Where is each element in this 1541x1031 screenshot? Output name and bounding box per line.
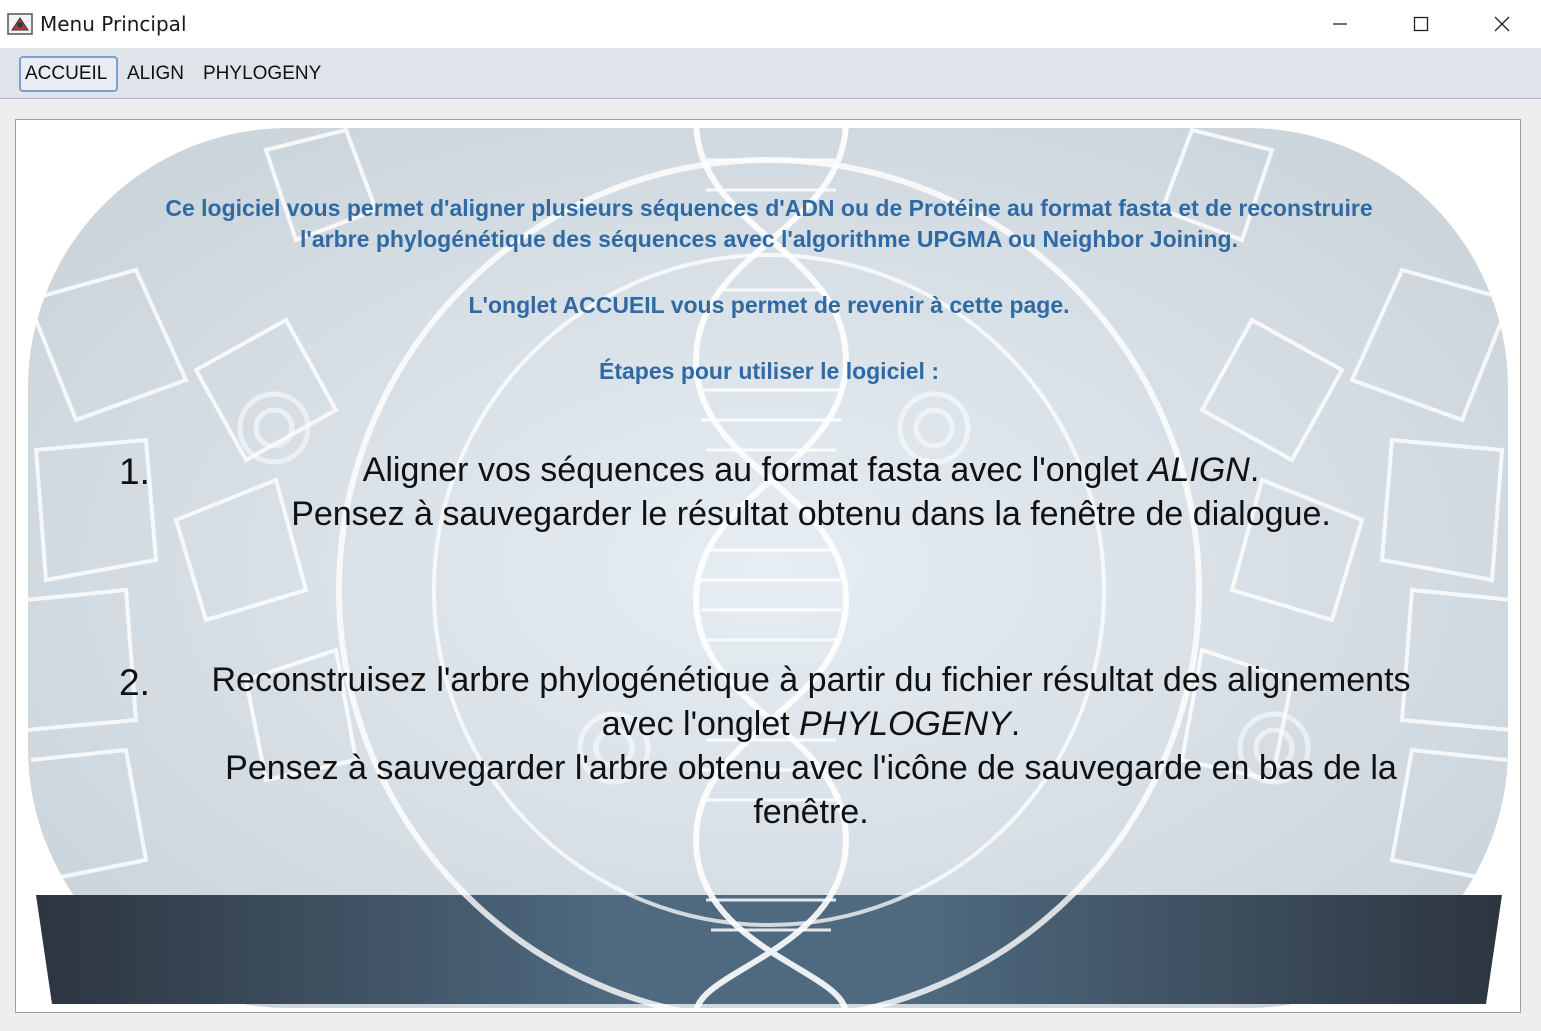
minimize-icon: [1333, 23, 1347, 25]
step-2-line-2: avec l'onglet PHYLOGENY.: [601, 705, 1021, 743]
step-2-number: 2.: [119, 662, 150, 703]
step-2-text: Reconstruisez l'arbre phylogénétique à p…: [156, 658, 1466, 834]
intro-line-2: l'arbre phylogénétique des séquences ave…: [300, 226, 1238, 252]
intro-line-1: Ce logiciel vous permet d'aligner plusie…: [165, 195, 1373, 221]
align-tab-reference: ALIGN: [1147, 451, 1250, 489]
accueil-note: L'onglet ACCUEIL vous permet de revenir …: [468, 292, 1070, 318]
tab-phylogeny[interactable]: PHYLOGENY: [198, 56, 326, 92]
step-2-line-3: Pensez à sauvegarder l'arbre obtenu avec…: [225, 749, 1397, 787]
step-1-text: Aligner vos séquences au format fasta av…: [216, 448, 1406, 536]
step-1-number: 1.: [119, 451, 150, 492]
close-button[interactable]: [1462, 0, 1541, 48]
phylogeny-tab-reference: PHYLOGENY: [799, 705, 1011, 743]
java-app-icon: [7, 13, 33, 35]
step-1-line-2: Pensez à sauvegarder le résultat obtenu …: [291, 495, 1331, 533]
maximize-icon: [1413, 16, 1429, 32]
step-1-line-1: Aligner vos séquences au format fasta av…: [362, 451, 1260, 489]
window-title: Menu Principal: [40, 12, 187, 36]
close-icon: [1494, 16, 1510, 32]
tab-accueil[interactable]: ACCUEIL: [19, 56, 118, 92]
tab-align[interactable]: ALIGN: [122, 56, 189, 92]
minimize-button[interactable]: [1300, 0, 1380, 48]
accueil-panel: Ce logiciel vous permet d'aligner plusie…: [15, 119, 1521, 1013]
maximize-button[interactable]: [1381, 0, 1461, 48]
step-2-line-4: fenêtre.: [753, 793, 869, 831]
title-bar: Menu Principal: [0, 0, 1541, 48]
tab-bar: ACCUEIL ALIGN PHYLOGENY: [0, 48, 1541, 99]
steps-heading: Étapes pour utiliser le logiciel :: [599, 358, 939, 384]
intro-paragraph: Ce logiciel vous permet d'aligner plusie…: [16, 193, 1520, 255]
step-2-line-1: Reconstruisez l'arbre phylogénétique à p…: [211, 661, 1411, 699]
